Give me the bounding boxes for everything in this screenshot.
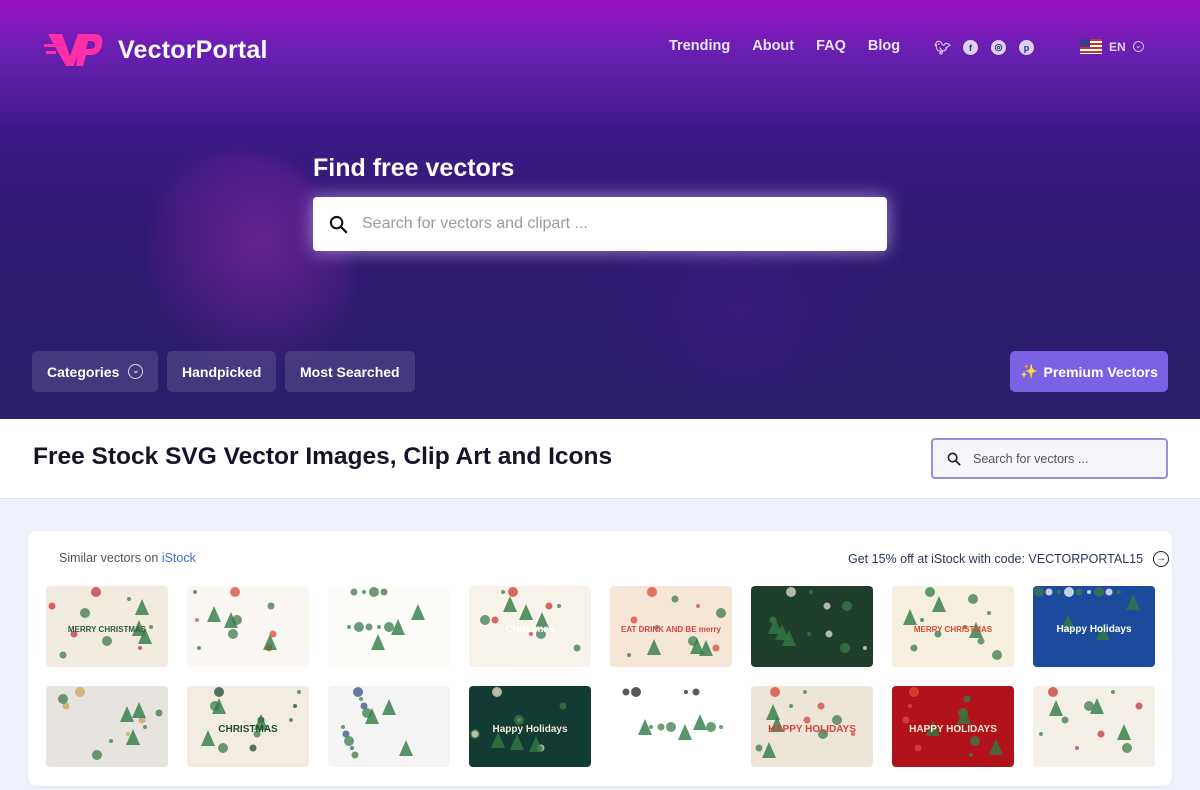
thumbnail-caption: Christmas [506,624,555,635]
thumbnail-caption: MERRY CHRISTMAS [68,625,147,634]
istock-promo-text: Get 15% off at iStock with code: VECTORP… [848,552,1144,566]
thumbnail-caption: HAPPY HOLIDAYS [768,724,856,735]
vector-thumbnail[interactable]: Christmas [469,586,591,667]
hero-title: Find free vectors [313,154,515,182]
vector-thumbnail[interactable]: MERRY CHRISTMAS [46,586,168,667]
nav-link-trending[interactable]: Trending [669,38,730,54]
decorative-blob [560,230,920,390]
thumbnail-caption: CHRISTMAS [218,724,278,735]
thumbnail-illustration: MERRY CHRISTMAS [903,587,1002,660]
thumbnail-caption: EAT DRINK AND BE merry [621,625,722,634]
thumbnail-illustration [341,687,413,759]
language-selector[interactable]: EN ⌄ [1080,39,1144,54]
sparkle-icon: ✨ [1020,363,1038,379]
chevron-down-icon: ⌄ [128,364,144,379]
thumbnail-illustration [347,587,425,650]
top-navigation: Trending About FAQ Blog [669,38,900,54]
thumbnail-caption: Happy Holidays [1056,624,1131,635]
vector-thumbnail[interactable]: CHRISTMAS [187,686,309,767]
social-links: 🐦︎ f ◎ p [934,40,1034,55]
search-icon [947,452,961,466]
us-flag-icon [1080,39,1102,54]
thumbnail-caption: MERRY CHRISTMAS [914,625,993,634]
categories-button[interactable]: Categories ⌄ [32,351,159,392]
vector-thumbnail[interactable]: EAT DRINK AND BE merry [610,586,732,667]
istock-link[interactable]: iStock [162,551,196,565]
most-searched-button[interactable]: Most Searched [285,351,415,392]
thumbnail-illustration: MERRY CHRISTMAS [48,587,153,659]
twitter-icon[interactable]: 🐦︎ [934,40,951,55]
page-title: Free Stock SVG Vector Images, Clip Art a… [33,443,613,470]
secondary-search-box[interactable] [931,438,1168,479]
vector-thumbnail[interactable] [46,686,168,767]
thumbnail-illustration [58,687,163,760]
thumbnail-illustration: CHRISTMAS [201,687,301,753]
pinterest-icon[interactable]: p [1019,40,1034,55]
vector-thumbnail[interactable]: HAPPY HOLIDAYS [751,686,873,767]
thumbnail-illustration: EAT DRINK AND BE merry [621,587,726,657]
handpicked-label: Handpicked [182,363,262,380]
categories-label: Categories [47,363,120,380]
dribbble-icon[interactable]: ◎ [991,40,1006,55]
vector-thumbnail[interactable] [328,686,450,767]
thumbnail-caption: Happy Holidays [492,724,567,735]
nav-link-faq[interactable]: FAQ [816,38,846,54]
thumbnail-illustration: Happy Holidays [1034,587,1140,640]
istock-promo[interactable]: Get 15% off at iStock with code: VECTORP… [848,551,1170,567]
thumbnail-illustration: HAPPY HOLIDAYS [902,687,1003,757]
vectorportal-logo-icon [44,34,103,66]
premium-vectors-button[interactable]: ✨ Premium Vectors [1010,351,1168,392]
thumbnail-illustration [193,587,277,652]
vector-thumbnail[interactable]: Happy Holidays [469,686,591,767]
vector-thumbnail[interactable] [1033,686,1155,767]
vector-thumbnail[interactable]: MERRY CHRISTMAS [892,586,1014,667]
vector-thumbnail[interactable] [187,586,309,667]
language-code: EN [1109,39,1126,54]
vector-thumbnail[interactable]: Happy Holidays [1033,586,1155,667]
facebook-icon[interactable]: f [963,40,978,55]
arrow-right-circle-icon: → [1153,551,1170,567]
similar-vectors-prefix: Similar vectors on [59,551,162,565]
nav-link-about[interactable]: About [752,38,794,54]
thumbnail-illustration [622,687,723,740]
hero-search-box[interactable] [313,197,887,251]
brand-name: VectorPortal [118,35,268,64]
thumbnail-illustration: HAPPY HOLIDAYS [755,687,856,758]
premium-label: Premium Vectors [1043,363,1158,380]
thumbnail-illustration: Christmas [480,587,581,652]
nav-link-blog[interactable]: Blog [868,38,900,54]
handpicked-button[interactable]: Handpicked [167,351,277,392]
vector-thumbnail[interactable] [751,586,873,667]
secondary-search-input[interactable] [973,451,1153,466]
vector-thumbnail[interactable] [328,586,450,667]
vector-thumbnail[interactable] [610,686,732,767]
search-icon [329,215,348,233]
thumbnail-illustration: Happy Holidays [470,687,568,752]
similar-vectors-text: Similar vectors on iStock [59,551,196,565]
thumbnail-illustration [768,587,867,653]
hero-search-input[interactable] [362,215,842,233]
chevron-down-icon: ⌄ [1132,41,1144,52]
most-searched-label: Most Searched [300,363,400,380]
brand-logo[interactable]: VectorPortal [44,30,268,70]
thumbnail-illustration [1039,687,1143,753]
thumbnail-caption: HAPPY HOLIDAYS [909,724,997,735]
vector-thumbnail[interactable]: HAPPY HOLIDAYS [892,686,1014,767]
